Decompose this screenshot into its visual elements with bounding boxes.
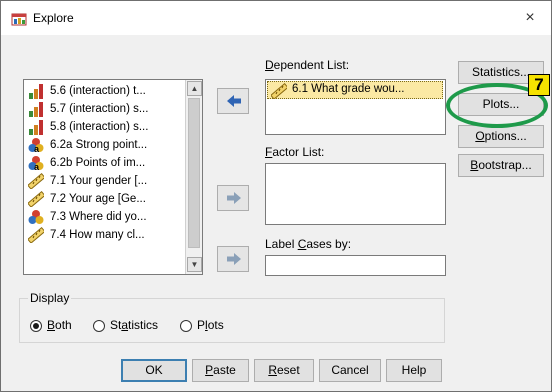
move-to-label-cases-button[interactable] xyxy=(217,246,249,272)
bar-chart-icon xyxy=(29,120,43,135)
ruler-icon xyxy=(271,83,287,99)
ruler-icon xyxy=(28,173,44,189)
ok-button[interactable]: OK xyxy=(121,359,187,382)
arrow-left-icon xyxy=(227,95,241,107)
arrow-right-icon xyxy=(227,192,241,204)
nominal-icon xyxy=(28,210,44,224)
radio-icon xyxy=(93,320,105,332)
paste-button[interactable]: Paste xyxy=(192,359,249,382)
window-title: Explore xyxy=(33,11,74,25)
options-button[interactable]: Options... xyxy=(458,125,544,148)
cancel-button[interactable]: Cancel xyxy=(319,359,381,382)
bar-chart-icon xyxy=(29,84,43,99)
nominal-icon: a xyxy=(28,156,44,171)
close-icon[interactable]: × xyxy=(517,5,543,31)
help-button[interactable]: Help xyxy=(386,359,442,382)
reset-button[interactable]: Reset xyxy=(254,359,314,382)
scroll-thumb[interactable] xyxy=(188,98,200,248)
scroll-up-icon[interactable]: ▲ xyxy=(187,81,202,96)
scroll-down-icon[interactable]: ▼ xyxy=(187,257,202,272)
explore-dialog: Explore × 5.6 (interaction) t... 5.7 (in… xyxy=(0,0,552,392)
display-group: Display Both Statistics Plots xyxy=(19,291,445,343)
dependent-list-item[interactable]: 6.1 What grade wou... xyxy=(267,81,443,99)
ruler-icon xyxy=(28,227,44,243)
ruler-icon xyxy=(28,191,44,207)
radio-selected-icon xyxy=(30,320,42,332)
dependent-list[interactable]: 6.1 What grade wou... xyxy=(265,79,446,135)
nominal-icon: a xyxy=(28,138,44,153)
annotation-step-badge: 7 xyxy=(528,74,550,96)
label-cases-label: Label Cases by: xyxy=(265,237,352,251)
arrow-right-icon xyxy=(227,253,241,265)
label-cases-field[interactable] xyxy=(265,255,446,276)
move-to-dependent-button[interactable] xyxy=(217,88,249,114)
title-bar: Explore × xyxy=(1,1,551,35)
radio-icon xyxy=(180,320,192,332)
dependent-list-label: Dependent List: xyxy=(265,58,350,72)
variable-list-scrollbar[interactable]: ▲ ▼ xyxy=(185,80,202,274)
bootstrap-button[interactable]: Bootstrap... xyxy=(458,154,544,177)
bar-chart-icon xyxy=(29,102,43,117)
factor-list-label: Factor List: xyxy=(265,145,325,159)
app-icon xyxy=(11,13,27,26)
factor-list[interactable] xyxy=(265,163,446,225)
variable-list[interactable]: 5.6 (interaction) t... 5.7 (interaction)… xyxy=(23,79,203,275)
move-to-factor-button[interactable] xyxy=(217,185,249,211)
display-group-label: Display xyxy=(28,291,72,305)
